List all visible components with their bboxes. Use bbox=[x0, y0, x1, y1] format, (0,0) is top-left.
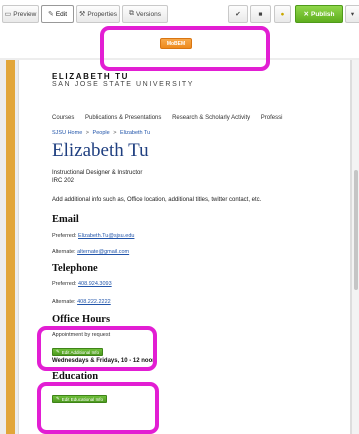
email-alternate-row: Alternate: alternate@gmail.com bbox=[52, 249, 129, 255]
phone-preferred-row: Preferred: 408.924.3093 bbox=[52, 281, 112, 287]
highlight-box-additional-info bbox=[37, 326, 157, 371]
highlight-box-orange-button bbox=[100, 26, 270, 71]
publish-icon: ✕ bbox=[303, 11, 309, 18]
pin-icon: ● bbox=[280, 10, 285, 18]
nav-item-research[interactable]: Research & Scholarly Activity bbox=[172, 115, 250, 121]
nav-item-publications[interactable]: Publications & Presentations bbox=[85, 115, 161, 121]
phone-preferred-link[interactable]: 408.924.3093 bbox=[78, 281, 112, 287]
email-heading: Email bbox=[52, 214, 79, 225]
properties-icon: ⚒ bbox=[79, 11, 86, 18]
breadcrumb-separator: > bbox=[113, 130, 117, 136]
phone-preferred-label: Preferred: bbox=[52, 281, 77, 287]
phone-alternate-row: Alternate: 408.222.2222 bbox=[52, 299, 111, 305]
edit-label: Edit bbox=[55, 10, 68, 18]
email-alternate-label: Alternate: bbox=[52, 249, 76, 255]
pin-button[interactable]: ● bbox=[274, 5, 291, 23]
versions-button[interactable]: ⧉ Versions bbox=[122, 5, 168, 23]
telephone-heading: Telephone bbox=[52, 263, 98, 274]
main-nav: Courses Publications & Presentations Res… bbox=[52, 115, 291, 121]
office-hours-heading: Office Hours bbox=[52, 314, 111, 325]
breadcrumb-current[interactable]: Elizabeth Tu bbox=[120, 130, 150, 136]
save-button[interactable]: ■ bbox=[250, 5, 271, 23]
preview-label: Preview bbox=[13, 10, 37, 18]
email-alternate-link[interactable]: alternate@gmail.com bbox=[77, 249, 129, 255]
publish-label: Publish bbox=[310, 10, 335, 18]
vertical-scrollbar[interactable] bbox=[351, 60, 359, 434]
gold-accent-strip bbox=[6, 60, 15, 434]
email-preferred-row: Preferred: Elizabeth.Tu@sjsu.edu bbox=[52, 233, 134, 239]
page-title: Elizabeth Tu bbox=[52, 140, 149, 161]
save-icon: ■ bbox=[258, 10, 263, 18]
email-preferred-label: Preferred: bbox=[52, 233, 77, 239]
properties-label: Properties bbox=[87, 10, 117, 18]
check-button[interactable]: ✔ bbox=[228, 5, 248, 23]
monitor-icon: ▭ bbox=[4, 11, 12, 18]
versions-label: Versions bbox=[136, 10, 161, 18]
scrollbar-thumb[interactable] bbox=[354, 170, 358, 290]
office-location: IRC 202 bbox=[52, 178, 75, 184]
nav-item-professional[interactable]: Professi bbox=[261, 115, 283, 121]
breadcrumb-home[interactable]: SJSU Home bbox=[52, 130, 82, 136]
email-preferred-link[interactable]: Elizabeth.Tu@sjsu.edu bbox=[78, 233, 134, 239]
preview-button[interactable]: ▭ Preview bbox=[2, 5, 39, 23]
chevron-down-icon: ▾ bbox=[350, 11, 355, 18]
publish-more-button[interactable]: ▾ bbox=[345, 5, 359, 23]
properties-button[interactable]: ⚒ Properties bbox=[76, 5, 120, 23]
job-title: Instructional Designer & Instructor bbox=[52, 170, 143, 176]
nav-item-courses[interactable]: Courses bbox=[52, 115, 74, 121]
page-preview: ELIZABETH TU SAN JOSE STATE UNIVERSITY C… bbox=[18, 60, 351, 434]
add-info-hint: Add additional info such as, Office loca… bbox=[52, 197, 262, 203]
highlight-box-educational-info bbox=[37, 382, 159, 434]
phone-alternate-link[interactable]: 408.222.2222 bbox=[77, 299, 111, 305]
logo-university: SAN JOSE STATE UNIVERSITY bbox=[52, 81, 195, 88]
versions-icon: ⧉ bbox=[129, 10, 135, 17]
education-heading: Education bbox=[52, 371, 99, 382]
pencil-icon: ✎ bbox=[47, 11, 54, 18]
check-icon: ✔ bbox=[235, 11, 241, 18]
edit-button[interactable]: ✎ Edit bbox=[41, 5, 74, 23]
publish-button[interactable]: ✕ Publish bbox=[295, 5, 343, 23]
breadcrumb: SJSU Home > People > Elizabeth Tu bbox=[52, 130, 150, 136]
breadcrumb-people[interactable]: People bbox=[93, 130, 110, 136]
breadcrumb-separator: > bbox=[85, 130, 90, 136]
logo-name: ELIZABETH TU bbox=[52, 72, 129, 81]
phone-alternate-label: Alternate: bbox=[52, 299, 76, 305]
